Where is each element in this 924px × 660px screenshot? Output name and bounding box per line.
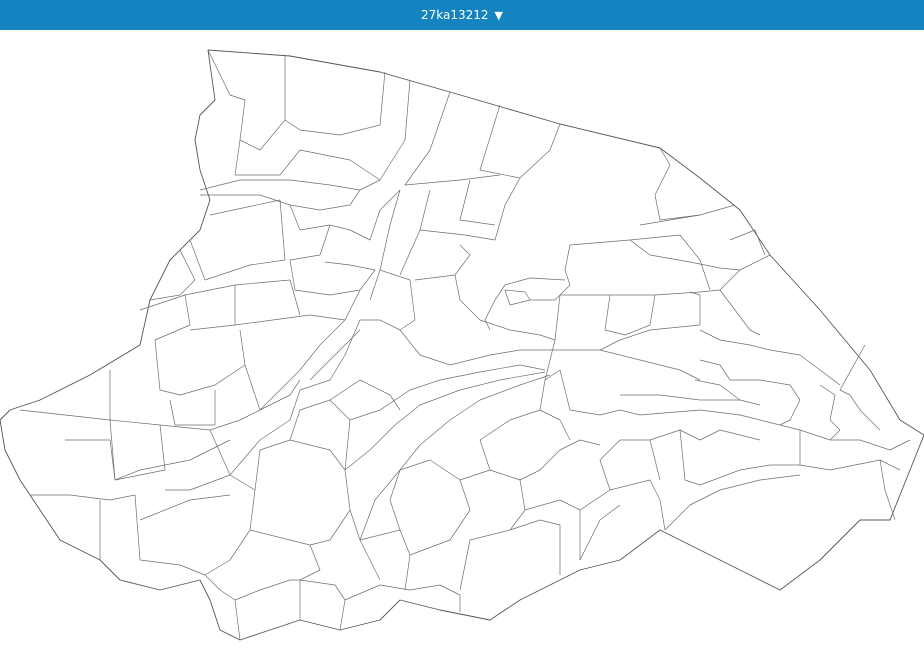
boundary-line: [154, 294, 191, 341]
boundary-line: [204, 474, 256, 576]
boundary-line: [504, 289, 531, 306]
boundary-line: [134, 494, 206, 576]
boundary-line: [599, 291, 701, 351]
boundary-line: [539, 369, 641, 416]
boundary-line: [19, 409, 111, 421]
boundary-line: [299, 579, 346, 631]
boundary-line: [284, 56, 386, 136]
area-code-label: 27ka13212: [420, 8, 489, 22]
boundary-line: [199, 79, 411, 191]
chevron-down-icon: ▼: [494, 8, 503, 22]
boundary-line: [234, 314, 346, 326]
boundary-line: [459, 179, 496, 226]
boundary-line: [289, 279, 301, 316]
boundary-line: [664, 474, 801, 531]
boundary-line: [289, 224, 376, 296]
boundary-line: [254, 439, 351, 546]
boundary-line: [369, 189, 401, 301]
boundary-line: [204, 574, 241, 641]
boundary-line: [639, 204, 736, 226]
boundary-line: [459, 469, 526, 591]
boundary-line: [234, 579, 301, 620]
district-outline: [0, 49, 924, 641]
map-view[interactable]: [0, 30, 924, 660]
boundary-line: [344, 584, 461, 612]
boundary-line: [799, 430, 901, 471]
boundary-line: [329, 379, 401, 411]
boundary-line: [414, 244, 471, 281]
boundary-line: [299, 319, 361, 391]
boundary-line: [189, 285, 236, 331]
boundary-line: [509, 519, 561, 575]
boundary-line: [109, 370, 166, 481]
boundary-line: [65, 439, 116, 481]
boundary-line: [604, 294, 656, 336]
boundary-line: [759, 379, 801, 426]
boundary-line: [249, 529, 321, 581]
boundary-line: [399, 229, 421, 276]
boundary-line: [139, 279, 291, 311]
boundary-line: [234, 139, 381, 181]
boundary-line: [139, 494, 231, 521]
boundary-line: [484, 277, 566, 331]
boundary-line: [479, 409, 571, 471]
boundary-line: [559, 244, 571, 296]
boundary-line: [555, 349, 701, 381]
boundary-line: [30, 494, 136, 501]
boundary-line: [530, 294, 561, 301]
boundary-line: [189, 199, 286, 281]
boundary-line: [569, 234, 711, 291]
boundary-line: [359, 529, 411, 591]
boundary-line: [879, 459, 896, 521]
boundary-line: [259, 289, 361, 411]
boundary-line: [154, 329, 246, 396]
boundary-line: [699, 329, 841, 386]
boundary-line: [349, 364, 546, 421]
boundary-line: [349, 509, 381, 581]
boundary-line: [679, 429, 800, 486]
boundary-line: [524, 499, 581, 560]
boundary-line: [649, 429, 761, 441]
boundary-line: [849, 394, 881, 431]
boundary-line: [654, 147, 701, 221]
boundary-line: [207, 49, 286, 151]
boundary-line: [309, 329, 361, 381]
boundary-line: [389, 459, 471, 556]
boundary-line: [579, 479, 666, 531]
boundary-line: [560, 289, 761, 336]
boundary-line: [819, 384, 841, 441]
boundary-line: [729, 229, 766, 256]
boundary-line: [289, 399, 351, 471]
boundary-map[interactable]: [0, 30, 924, 660]
boundary-line: [165, 429, 231, 491]
boundary-line: [229, 389, 301, 476]
boundary-line: [629, 239, 741, 271]
area-selector[interactable]: 27ka13212 ▼: [421, 8, 503, 22]
boundary-line: [169, 390, 216, 426]
boundary-line: [699, 359, 760, 381]
boundary-line: [620, 394, 761, 406]
header-bar: 27ka13212 ▼: [0, 0, 924, 30]
boundary-line: [519, 439, 601, 481]
boundary-line: [399, 329, 555, 366]
boundary-line: [244, 364, 301, 411]
boundary-line: [419, 177, 521, 241]
boundary-line: [839, 344, 866, 396]
boundary-line: [114, 439, 231, 481]
boundary-line: [579, 504, 621, 561]
boundary-line: [159, 409, 261, 431]
boundary-line: [719, 254, 771, 291]
boundary-line: [289, 189, 401, 241]
boundary-line: [479, 104, 561, 179]
boundary-line: [694, 379, 741, 401]
